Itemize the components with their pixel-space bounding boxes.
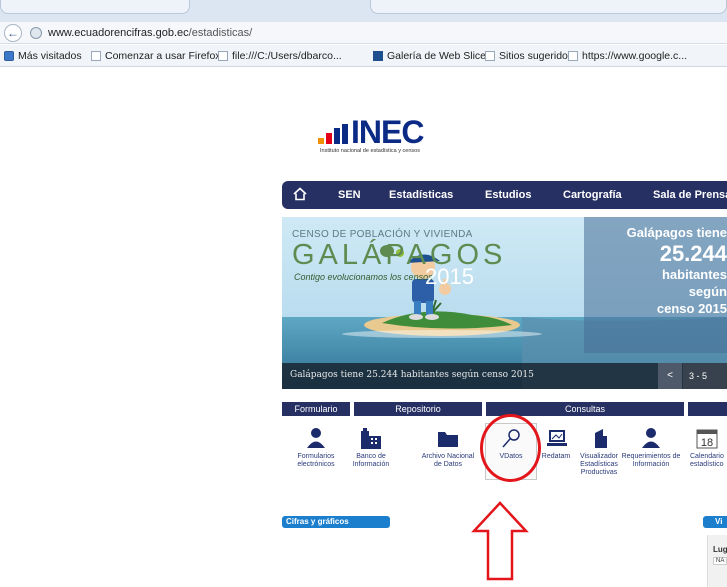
bookmark-web-slice[interactable]: Galería de Web Slice	[373, 50, 486, 62]
bookmark-file[interactable]: file:///C:/Users/dbarco...	[218, 50, 342, 62]
folder-icon	[438, 432, 458, 447]
main-navigation: SEN Estadísticas Estudios Cartografía Sa…	[282, 181, 727, 209]
tower-icon	[595, 429, 607, 448]
person-icon	[307, 428, 325, 448]
page: ← www.ecuadorencifras.gob.ec/estadistica…	[0, 0, 727, 587]
banner-text-line: habitantes	[661, 267, 727, 282]
page-icon	[568, 51, 578, 61]
logo-bars-icon	[318, 124, 350, 144]
banner-year: 2015	[425, 264, 474, 289]
url-path: /estadisticas/	[188, 27, 253, 39]
banner-slogan: Contigo evolucionamos los censos	[294, 272, 433, 282]
red-highlight-circle	[480, 414, 541, 482]
nav-item-sala-de-prensa[interactable]: Sala de Prensa	[653, 189, 727, 201]
calendar-icon: 18	[696, 429, 718, 449]
tile-requerimientos[interactable]: Requerimientos de Información	[621, 425, 681, 487]
svg-text:18: 18	[701, 437, 713, 449]
tile-archivo-nacional[interactable]: Archivo Nacional de Datos	[418, 425, 478, 487]
star-icon	[4, 51, 14, 61]
browser-tab[interactable]	[0, 0, 190, 14]
category-repositorio: Repositorio	[354, 402, 482, 416]
banner-stats-panel: Galápagos tiene 25.244 habitantes según …	[584, 217, 727, 353]
banner-caption: Galápagos tiene 25.244 habitantes según …	[290, 370, 534, 380]
carousel-prev-button[interactable]: <	[658, 363, 682, 389]
page-icon	[218, 51, 228, 61]
page-icon	[485, 51, 495, 61]
bookmark-google[interactable]: https://www.google.c...	[568, 50, 687, 62]
banner-text-line: censo 2015	[656, 301, 727, 316]
browser-tab[interactable]	[370, 0, 727, 14]
nav-item-estudios[interactable]: Estudios	[485, 189, 531, 201]
banner-caption-bar: Galápagos tiene 25.244 habitantes según …	[282, 363, 727, 389]
bookmark-sitios[interactable]: Sitios sugeridos	[485, 50, 573, 62]
tile-calendario[interactable]: 18 Calendario estadístico	[688, 425, 727, 487]
page-icon	[91, 51, 101, 61]
banner-text-line: según	[688, 284, 727, 299]
tile-visualizador[interactable]: Visualizador Estadísticas Productivas	[569, 425, 629, 487]
category-formulario: Formulario	[282, 402, 350, 416]
globe-icon	[30, 27, 42, 39]
banner-galapagos: GALÁPAGOS	[292, 239, 507, 271]
logo-subtitle: Instituto nacional de estadística y cens…	[320, 148, 420, 154]
nav-item-estadisticas[interactable]: Estadísticas	[389, 189, 453, 201]
banner-headline: Galápagos tiene	[626, 225, 727, 240]
side-panel: Lug NA	[707, 535, 727, 587]
logo-name: INEC	[351, 114, 424, 150]
building-icon	[361, 428, 381, 449]
hero-banner[interactable]: CENSO DE POBLACIÓN Y VIVIENDA GALÁPAGOS …	[282, 217, 727, 389]
browser-tab-strip	[0, 0, 727, 22]
person-icon	[642, 428, 660, 448]
tile-banco-informacion[interactable]: Banco de Información	[341, 425, 401, 487]
section-cifras-graficos[interactable]: Cifras y gráficos	[282, 516, 390, 528]
monitor-icon	[547, 430, 567, 446]
bookmarks-bar: Más visitados Comenzar a usar Firefox fi…	[0, 45, 727, 67]
nav-item-cartografia[interactable]: Cartografía	[563, 189, 622, 201]
address-bar[interactable]: www.ecuadorencifras.gob.ec/estadisticas/	[48, 27, 252, 39]
home-icon[interactable]	[293, 187, 307, 201]
web-slice-icon	[373, 51, 383, 61]
bookmark-mas-visitados[interactable]: Más visitados	[4, 50, 82, 62]
browser-nav-bar: ← www.ecuadorencifras.gob.ec/estadistica…	[0, 22, 727, 44]
bookmark-firefox[interactable]: Comenzar a usar Firefox	[91, 50, 221, 62]
inec-logo[interactable]: INEC Instituto nacional de estadística y…	[318, 114, 452, 159]
carousel-pager[interactable]: 3 - 5	[683, 363, 727, 389]
url-domain: www.ecuadorencifras.gob.ec	[48, 27, 189, 39]
nav-item-sen[interactable]: SEN	[338, 189, 361, 201]
category-more	[688, 402, 727, 416]
side-panel-label: Lug	[713, 545, 727, 554]
section-vi-tab[interactable]: Vi	[703, 516, 727, 528]
red-up-arrow-icon	[471, 501, 529, 581]
banner-population-number: 25.244	[659, 241, 727, 266]
side-panel-select[interactable]: NA	[713, 557, 727, 565]
tile-formularios[interactable]: Formularios electrónicos	[286, 425, 346, 487]
back-arrow-icon[interactable]: ←	[4, 24, 22, 42]
